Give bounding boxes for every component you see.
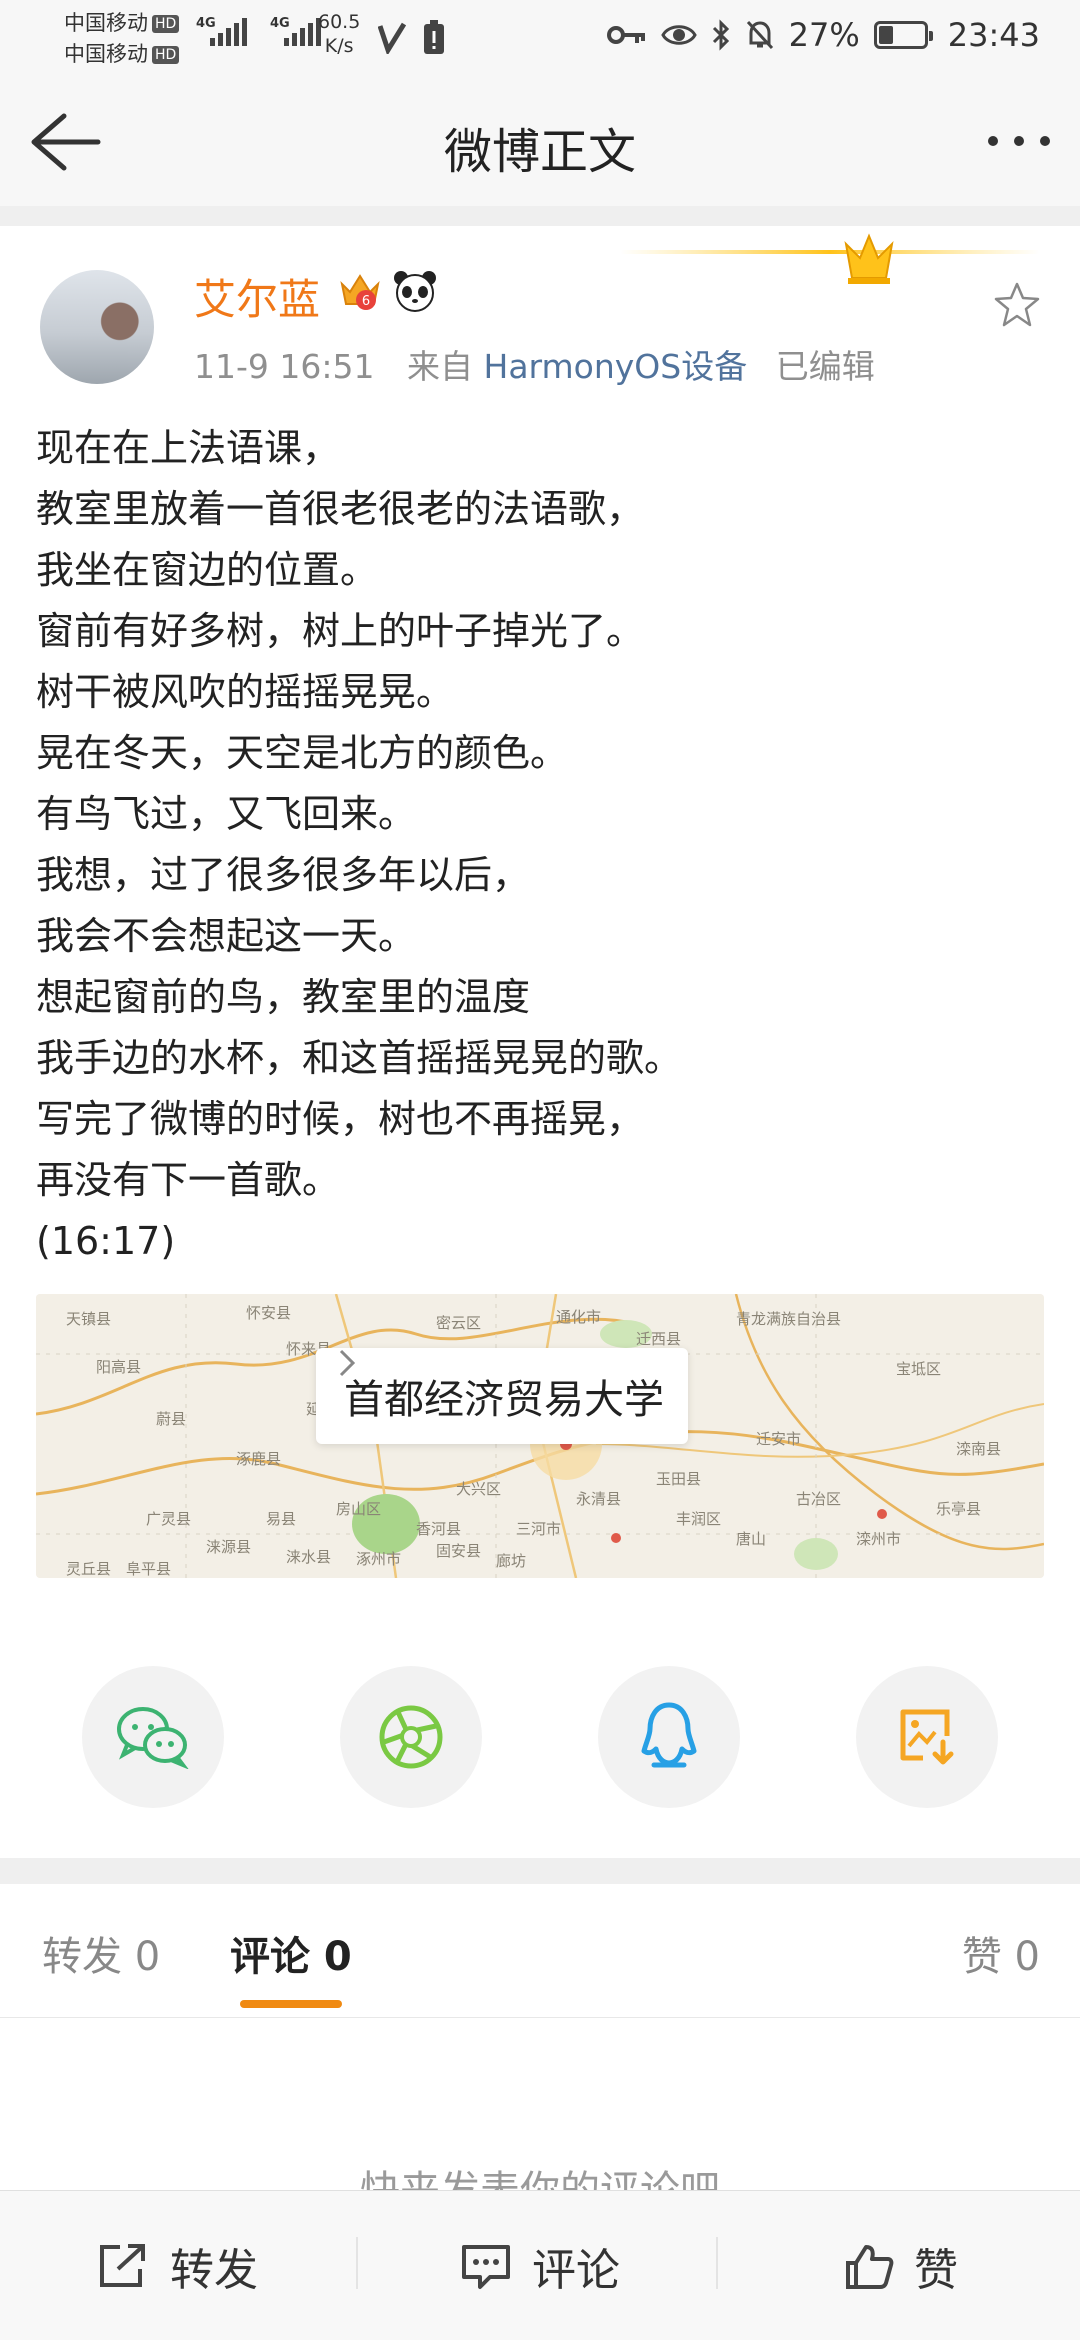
- comment-button[interactable]: 评论: [460, 2191, 620, 2340]
- source-prefix: 来自: [407, 347, 473, 386]
- tab-comment[interactable]: 评论 0: [230, 1924, 352, 1982]
- bluetooth-icon: [712, 19, 729, 51]
- tab-like[interactable]: 赞 0: [962, 1924, 1040, 1982]
- map-place-label: 怀安县: [246, 1304, 291, 1322]
- map-place-label: 廊坊: [496, 1552, 526, 1570]
- edited-label: 已编辑: [775, 347, 875, 386]
- status-right: 27% 23:43: [606, 16, 1040, 54]
- mute-icon: [746, 20, 773, 50]
- thumbs-up-icon: [846, 2245, 894, 2289]
- map-place-label: 广灵县: [146, 1510, 191, 1528]
- share-moments-button[interactable]: [340, 1666, 482, 1808]
- share-qq-button[interactable]: [598, 1666, 740, 1808]
- active-tab-indicator: [240, 2000, 342, 2008]
- map-place-label: 迁安市: [756, 1430, 801, 1448]
- battery-percent: 27%: [788, 16, 860, 54]
- map-place-label: 涿鹿县: [236, 1450, 281, 1468]
- hd-badge: HD: [152, 46, 180, 64]
- repost-icon: [100, 2244, 145, 2287]
- map-place-label: 永清县: [576, 1490, 621, 1508]
- map-place-label: 迁西县: [636, 1330, 681, 1348]
- map-place-label: 阳高县: [96, 1358, 141, 1376]
- qq-penguin-icon: [641, 1702, 697, 1768]
- map-place-label: 宝坻区: [896, 1360, 941, 1378]
- map-place-label: 固安县: [436, 1542, 481, 1560]
- signal-indicators: 4G 4G: [196, 14, 330, 50]
- check-icon: [378, 22, 406, 54]
- post-source[interactable]: HarmonyOS设备: [484, 347, 748, 386]
- map-place-label: 玉田县: [656, 1470, 701, 1488]
- map-place-label: 密云区: [436, 1314, 481, 1332]
- divider: [0, 206, 1080, 226]
- more-options-icon[interactable]: [988, 136, 1050, 146]
- comment-icon: [462, 2245, 510, 2289]
- map-place-label: 灵丘县: [66, 1560, 111, 1578]
- clock: 23:43: [947, 16, 1040, 54]
- like-label: 赞: [914, 2245, 958, 2296]
- map-place-label: 三河市: [516, 1520, 561, 1538]
- battery-icon: [873, 21, 933, 49]
- post-meta: 11-9 16:51 来自 HarmonyOS设备 已编辑: [194, 340, 875, 388]
- eye-icon: [660, 25, 697, 45]
- map-place-label: 天镇县: [66, 1310, 111, 1328]
- carrier-2: 中国移动: [64, 42, 148, 66]
- map-place-label: 香河县: [416, 1520, 461, 1538]
- tab-repost[interactable]: 转发 0: [42, 1924, 160, 1982]
- interaction-tabs: 转发 0 评论 0 赞 0: [0, 1884, 1080, 2018]
- location-map[interactable]: 天镇县阳高县怀安县怀来县延庆区密云区兴隆县通化市迁西县青龙满族自治县蔚县涿鹿县昌…: [36, 1294, 1044, 1578]
- like-button[interactable]: 赞: [844, 2191, 958, 2340]
- map-place-label: 易县: [266, 1510, 296, 1528]
- map-place-label: 蔚县: [156, 1410, 186, 1428]
- hd-badge: HD: [152, 15, 180, 33]
- status-bar: 中国移动 HD 中国移动 HD 4G 4G 60.5 K/s 27% 23:43: [0, 0, 1080, 78]
- bottom-action-bar: 转发 评论 赞: [0, 2190, 1080, 2340]
- map-place-label: 滦州市: [856, 1530, 901, 1548]
- map-place-label: 通化市: [556, 1308, 601, 1326]
- repost-button[interactable]: 转发: [96, 2191, 258, 2340]
- map-place-label: 涞源县: [206, 1538, 251, 1556]
- map-place-label: 涞水县: [286, 1548, 331, 1566]
- save-image-button[interactable]: [856, 1666, 998, 1808]
- map-place-label: 青龙满族自治县: [736, 1310, 841, 1328]
- map-place-label: 乐亭县: [936, 1500, 981, 1518]
- nav-bar: 微博正文: [0, 78, 1080, 206]
- key-icon: [606, 26, 645, 44]
- map-place-label: 涿州市: [356, 1550, 401, 1568]
- wechat-icon: [117, 1707, 189, 1769]
- chevron-right-icon: [339, 1349, 356, 1377]
- map-place-label: 丰润区: [676, 1510, 721, 1528]
- notification-icon: [424, 20, 444, 54]
- page-title: 微博正文: [443, 124, 636, 180]
- avatar[interactable]: [40, 270, 154, 384]
- carrier-1: 中国移动: [64, 11, 148, 35]
- divider: [716, 2237, 718, 2289]
- map-place-label: 滦南县: [956, 1440, 1001, 1458]
- map-place-label: 唐山: [736, 1530, 766, 1548]
- post-text: 现在在上法语课， 教室里放着一首很老很老的法语歌， 我坐在窗边的位置。 窗前有好…: [36, 426, 683, 1263]
- crown-decoration-icon: [620, 233, 1040, 284]
- comment-label: 评论: [532, 2245, 620, 2296]
- map-place-label: 古冶区: [796, 1490, 841, 1508]
- signal-icon: 4G: [196, 14, 256, 50]
- panda-icon[interactable]: [392, 268, 438, 314]
- username[interactable]: 艾尔蓝: [194, 266, 320, 327]
- favorite-star-icon[interactable]: [992, 280, 1042, 330]
- map-place-label: 大兴区: [456, 1480, 501, 1498]
- svg-text:6: 6: [362, 294, 370, 309]
- share-wechat-button[interactable]: [82, 1666, 224, 1808]
- post-time: 11-9 16:51: [194, 347, 375, 386]
- network-speed: 60.5 K/s: [318, 11, 361, 57]
- map-place-label: 房山区: [336, 1500, 381, 1518]
- repost-label: 转发: [170, 2245, 258, 2296]
- map-place-label: 阜平县: [126, 1560, 171, 1578]
- vip-crown-icon[interactable]: 6: [338, 270, 382, 314]
- save-image-icon: [900, 1709, 954, 1765]
- location-label[interactable]: 首都经济贸易大学: [316, 1348, 688, 1444]
- divider: [0, 1858, 1080, 1884]
- carrier-info: 中国移动 HD 中国移动 HD: [64, 8, 180, 70]
- location-name: 首都经济贸易大学: [344, 1377, 664, 1423]
- divider: [356, 2237, 358, 2289]
- moments-icon: [379, 1705, 443, 1769]
